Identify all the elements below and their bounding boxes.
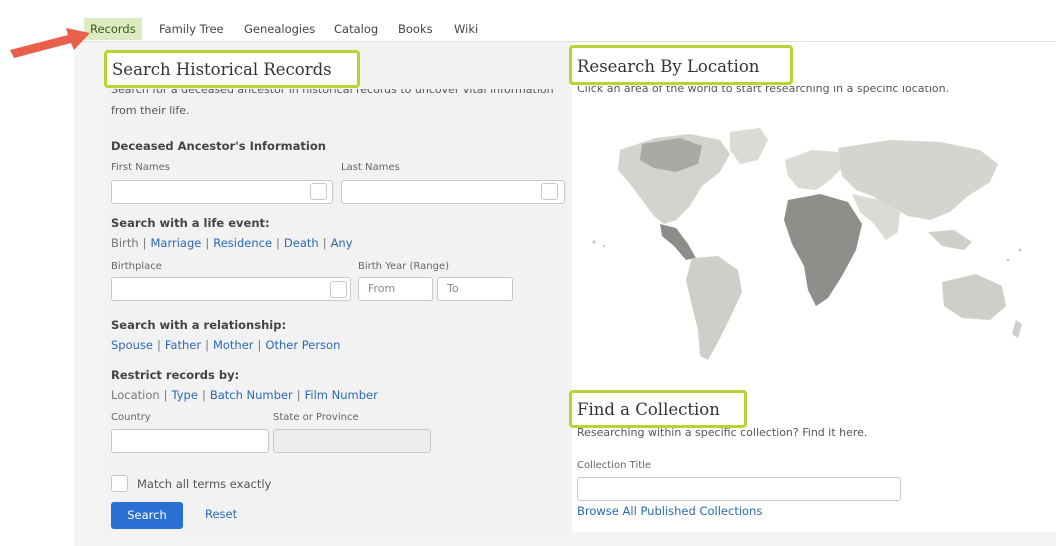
collection-title-input[interactable]	[577, 477, 901, 501]
collection-title-label: Collection Title	[577, 460, 652, 471]
first-names-input[interactable]	[111, 180, 333, 204]
birthplace-exact-checkbox[interactable]	[330, 281, 347, 298]
tab-family-tree[interactable]: Family Tree	[153, 18, 230, 40]
restrict-links: Location | Type | Batch Number | Film Number	[111, 388, 378, 402]
relationship-father[interactable]: Father	[165, 338, 201, 352]
country-input[interactable]	[111, 429, 269, 453]
relationship-section-title: Search with a relationship:	[111, 318, 287, 332]
life-event-birth[interactable]: Birth	[111, 236, 139, 250]
map-africa	[784, 194, 862, 306]
last-names-input[interactable]	[341, 180, 565, 204]
relationship-mother[interactable]: Mother	[213, 338, 254, 352]
birthplace-input[interactable]	[111, 277, 351, 301]
restrict-batch-number[interactable]: Batch Number	[210, 388, 293, 402]
ancestor-section-title: Deceased Ancestor's Information	[111, 139, 326, 153]
life-event-residence[interactable]: Residence	[213, 236, 272, 250]
search-description-clipped: Search for a deceased ancestor in histor…	[111, 89, 554, 96]
world-map[interactable]	[580, 120, 1030, 370]
map-australia	[942, 274, 1006, 320]
map-new-zealand	[1012, 320, 1022, 338]
birth-year-label: Birth Year (Range)	[358, 261, 450, 272]
browse-collections-link[interactable]: Browse All Published Collections	[577, 504, 762, 518]
map-europe	[785, 150, 842, 190]
life-event-death[interactable]: Death	[284, 236, 319, 250]
tab-genealogies[interactable]: Genealogies	[238, 18, 321, 40]
map-central-america	[660, 224, 696, 260]
map-greenland	[730, 128, 768, 164]
restrict-location[interactable]: Location	[111, 388, 160, 402]
birth-year-to-input[interactable]: To	[437, 277, 513, 301]
state-input[interactable]	[273, 429, 431, 453]
relationship-links: Spouse | Father | Mother | Other Person	[111, 338, 341, 352]
last-names-exact-checkbox[interactable]	[541, 183, 558, 200]
tab-books[interactable]: Books	[392, 18, 439, 40]
first-names-label: First Names	[111, 162, 170, 173]
restrict-film-number[interactable]: Film Number	[305, 388, 378, 402]
location-description-clipped: Click an area of the world to start rese…	[577, 86, 950, 95]
location-title: Research By Location	[577, 57, 760, 76]
annotation-arrow-icon	[10, 28, 90, 58]
life-event-links: Birth | Marriage | Residence | Death | Any	[111, 236, 353, 250]
match-exact-label: Match all terms exactly	[137, 477, 272, 491]
birthplace-label: Birthplace	[111, 261, 162, 272]
search-description-line2: from their life.	[111, 104, 190, 117]
from-placeholder: From	[368, 282, 396, 295]
life-event-any[interactable]: Any	[331, 236, 353, 250]
life-event-marriage[interactable]: Marriage	[151, 236, 202, 250]
tab-catalog[interactable]: Catalog	[328, 18, 384, 40]
match-exact-checkbox[interactable]	[111, 475, 128, 492]
reset-button[interactable]: Reset	[205, 507, 237, 521]
first-names-exact-checkbox[interactable]	[310, 183, 327, 200]
relationship-spouse[interactable]: Spouse	[111, 338, 153, 352]
life-event-section-title: Search with a life event:	[111, 216, 270, 230]
tab-wiki[interactable]: Wiki	[448, 18, 484, 40]
map-se-asia	[928, 230, 972, 250]
country-label: Country	[111, 412, 151, 423]
birth-year-from-input[interactable]: From	[358, 277, 433, 301]
search-button[interactable]: Search	[111, 502, 183, 529]
map-south-america	[686, 256, 742, 360]
restrict-section-title: Restrict records by:	[111, 368, 240, 382]
search-title: Search Historical Records	[112, 60, 332, 79]
relationship-other[interactable]: Other Person	[265, 338, 340, 352]
top-navigation: Records Family Tree Genealogies Catalog …	[74, 0, 1056, 42]
last-names-label: Last Names	[341, 162, 400, 173]
restrict-type[interactable]: Type	[172, 388, 198, 402]
collection-description-clipped: Researching within a specific collection…	[577, 426, 868, 439]
collection-title: Find a Collection	[577, 400, 720, 419]
to-placeholder: To	[447, 282, 459, 295]
state-label: State or Province	[273, 412, 359, 423]
